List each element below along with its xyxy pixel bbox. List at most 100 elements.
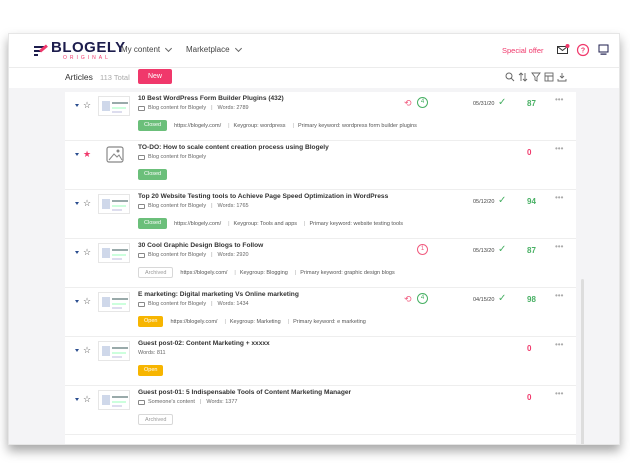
- check-icon: ✓: [498, 244, 507, 255]
- article-title[interactable]: Guest post-02: Content Marketing + xxxxx: [138, 340, 270, 347]
- columns-icon[interactable]: [544, 72, 554, 82]
- page-title: Articles: [65, 72, 93, 82]
- revision-count-badge[interactable]: 4: [417, 97, 428, 108]
- status-badge[interactable]: Open: [138, 365, 164, 376]
- expand-caret-icon[interactable]: [75, 398, 79, 401]
- more-options-icon[interactable]: •••: [555, 340, 563, 349]
- expand-caret-icon[interactable]: [75, 300, 79, 303]
- nav-marketplace[interactable]: Marketplace: [186, 44, 242, 54]
- status-badge[interactable]: Closed: [138, 120, 168, 131]
- star-icon[interactable]: ☆: [83, 394, 91, 404]
- article-keygroup: Keygroup: Marketing: [229, 318, 281, 325]
- article-title[interactable]: 10 Best WordPress Form Builder Plugins (…: [138, 95, 284, 102]
- top-navigation-bar: BLOGELY ORIGINAL My content Marketplace …: [9, 34, 619, 68]
- revision-count-badge[interactable]: 1: [417, 244, 428, 255]
- more-options-icon[interactable]: •••: [555, 291, 563, 300]
- expand-caret-icon[interactable]: [75, 349, 79, 352]
- article-word-count: Words: 1377: [206, 399, 238, 405]
- article-title[interactable]: E marketing: Digital marketing Vs Online…: [138, 291, 299, 298]
- star-icon[interactable]: ☆: [83, 296, 91, 306]
- expand-caret-icon[interactable]: [75, 104, 79, 107]
- article-title[interactable]: TO-DO: How to scale content creation pro…: [138, 144, 329, 151]
- article-meta: Blog content for Blogely | Words: 2789: [138, 105, 249, 111]
- status-badge[interactable]: Closed: [138, 218, 168, 229]
- image-placeholder-icon: [98, 145, 130, 165]
- more-options-icon[interactable]: •••: [555, 242, 563, 251]
- nav-my-content[interactable]: My content: [121, 44, 173, 54]
- status-badge[interactable]: Archived: [138, 414, 174, 425]
- special-offer-link[interactable]: Special offer: [502, 46, 544, 55]
- scrollbar[interactable]: [581, 279, 584, 444]
- article-word-count: Words: 2920: [217, 252, 249, 258]
- expand-caret-icon[interactable]: [75, 153, 79, 156]
- expand-caret-icon[interactable]: [75, 251, 79, 254]
- star-icon[interactable]: ☆: [83, 100, 91, 110]
- list-item[interactable]: ☆ 10 Best WordPress Form Builder Plugins…: [65, 92, 576, 141]
- article-date: 04/15/20: [473, 297, 495, 303]
- article-thumbnail: [98, 341, 130, 361]
- star-icon[interactable]: ☆: [83, 247, 91, 257]
- status-badge[interactable]: Open: [138, 316, 164, 327]
- list-item[interactable]: ★ TO-DO: How to scale content creation p…: [65, 141, 576, 190]
- logo-mark-icon: [34, 43, 48, 59]
- blogely-logo[interactable]: BLOGELY ORIGINAL: [34, 40, 126, 61]
- folder-icon: [138, 203, 145, 209]
- new-article-button[interactable]: New: [138, 69, 172, 84]
- article-score: 87: [527, 99, 536, 108]
- article-tags: Archived | |: [138, 414, 189, 425]
- article-primary-keyword: Primary keyword: wordpress form builder …: [297, 122, 417, 129]
- folder-icon: [138, 154, 145, 160]
- filter-icon[interactable]: [531, 72, 541, 82]
- check-icon: ✓: [498, 195, 507, 206]
- sort-icon[interactable]: [518, 72, 528, 82]
- article-score: 0: [527, 393, 532, 402]
- article-score: 94: [527, 197, 536, 206]
- article-meta: Blog content for Blogely |: [138, 154, 206, 160]
- status-badge[interactable]: Archived: [138, 267, 174, 278]
- list-item[interactable]: ☆ E marketing: Digital marketing Vs Onli…: [65, 288, 576, 337]
- nav-my-content-label: My content: [121, 45, 161, 54]
- article-primary-keyword: Primary keyword: website testing tools: [309, 220, 404, 227]
- more-options-icon[interactable]: •••: [555, 193, 563, 202]
- article-category: Blog content for Blogely: [148, 252, 207, 258]
- list-item[interactable]: ☆ Guest post-02: Content Marketing + xxx…: [65, 337, 576, 386]
- revision-count-badge[interactable]: 4: [417, 293, 428, 304]
- list-item[interactable]: ☆ Guest post-01: 5 Indispensable Tools o…: [65, 386, 576, 435]
- revision-icon: ⟲: [404, 294, 412, 304]
- star-icon[interactable]: ☆: [83, 345, 91, 355]
- more-options-icon[interactable]: •••: [555, 95, 563, 104]
- article-title[interactable]: Top 20 Website Testing tools to Achieve …: [138, 193, 388, 200]
- help-icon[interactable]: ?: [576, 43, 590, 57]
- article-meta: Blog content for Blogely | Words: 1765: [138, 203, 249, 209]
- mail-icon[interactable]: [556, 43, 570, 57]
- article-tags: Closed https://blogely.com/ | Keygroup: …: [138, 120, 420, 131]
- profile-icon[interactable]: [597, 43, 611, 57]
- article-meta: | Words: 811: [138, 350, 166, 356]
- article-date: 05/12/20: [473, 199, 495, 205]
- article-tags: Closed | |: [138, 169, 183, 180]
- list-item[interactable]: ☆ Top 20 Website Testing tools to Achiev…: [65, 190, 576, 239]
- more-options-icon[interactable]: •••: [555, 144, 563, 153]
- article-category: Blog content for Blogely: [148, 154, 207, 160]
- star-icon[interactable]: ☆: [83, 198, 91, 208]
- article-title[interactable]: Guest post-01: 5 Indispensable Tools of …: [138, 389, 351, 396]
- status-badge[interactable]: Closed: [138, 169, 168, 180]
- list-item[interactable]: ☆ 30 Cool Graphic Design Blogs to Follow…: [65, 239, 576, 288]
- expand-caret-icon[interactable]: [75, 202, 79, 205]
- article-title[interactable]: 30 Cool Graphic Design Blogs to Follow: [138, 242, 263, 249]
- revision-icon: ⟲: [404, 98, 412, 108]
- article-word-count: Words: 811: [138, 350, 166, 356]
- article-thumbnail: [98, 390, 130, 410]
- app-window: BLOGELY ORIGINAL My content Marketplace …: [8, 33, 620, 445]
- check-icon: ✓: [498, 97, 507, 108]
- article-category: Blog content for Blogely: [148, 105, 207, 111]
- download-icon[interactable]: [557, 72, 567, 82]
- search-icon[interactable]: [505, 72, 515, 82]
- article-list: ☆ 10 Best WordPress Form Builder Plugins…: [65, 92, 576, 444]
- star-icon[interactable]: ★: [83, 149, 91, 159]
- article-primary-keyword: Primary keyword: e marketing: [293, 318, 366, 325]
- article-date: 05/31/20: [473, 101, 495, 107]
- article-url: https://blogely.com/: [174, 220, 222, 227]
- check-icon: ✓: [498, 293, 507, 304]
- more-options-icon[interactable]: •••: [555, 389, 563, 398]
